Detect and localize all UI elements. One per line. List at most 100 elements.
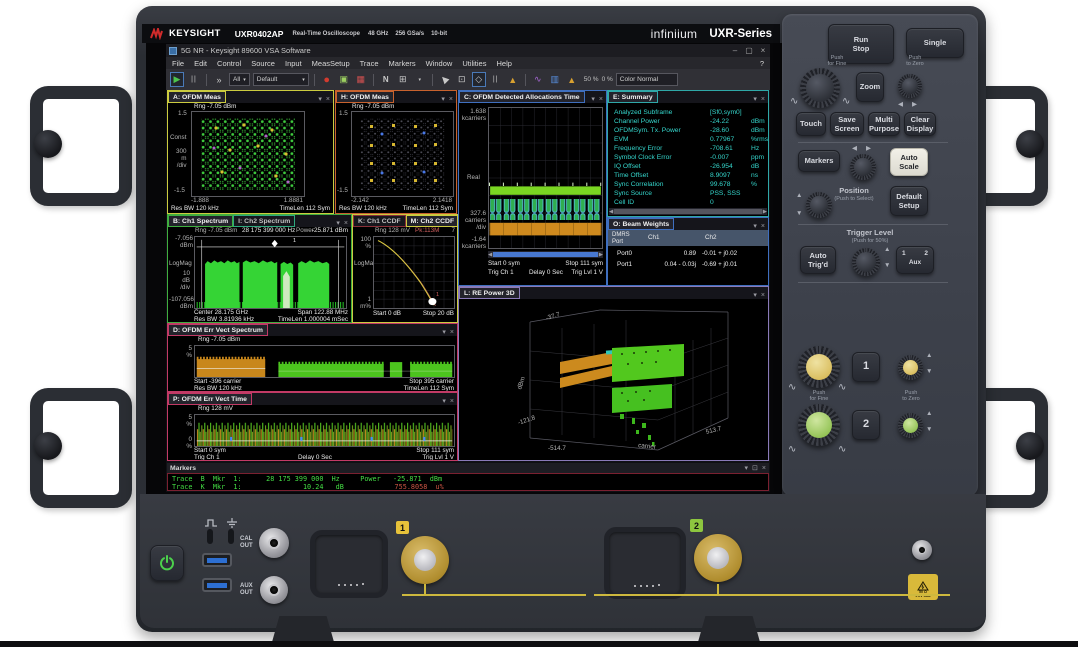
scroll-left-icon[interactable]: ◀ — [488, 252, 492, 258]
menu-help[interactable]: Help — [496, 59, 511, 68]
trigger-source-aux-button[interactable]: 1 2 Aux — [896, 246, 934, 274]
panel-minimize-icon[interactable]: ▾ — [442, 328, 446, 336]
ch2-offset-knob[interactable] — [898, 413, 923, 438]
default-setup-button[interactable]: Default Setup — [890, 186, 928, 216]
trigger-level-knob[interactable] — [852, 248, 880, 276]
tab-ch2-ccdf[interactable]: M: Ch2 CCDF — [406, 215, 458, 227]
tab-ofdm-meas-h[interactable]: H: OFDM Meas — [336, 91, 394, 103]
menu-window[interactable]: Window — [426, 59, 453, 68]
tab-summary[interactable]: E: Summary — [608, 91, 658, 103]
ch1-offset-knob[interactable] — [898, 355, 923, 380]
tab-err-vect-time[interactable]: P: OFDM Err Vect Time — [168, 393, 252, 405]
ch1-vertical-scale-knob[interactable] — [798, 346, 840, 388]
power-button[interactable] — [150, 545, 184, 581]
panel-close-icon[interactable]: × — [761, 223, 765, 230]
scroll-left-icon[interactable]: ◀ — [609, 209, 613, 215]
ccdf-plot[interactable]: 1 — [373, 236, 455, 309]
maximize-button[interactable]: ▢ — [742, 46, 756, 55]
re-power-3d-plot[interactable]: -37.7 dBm -121.8 -514.7 carrier 513.7 — [460, 300, 767, 460]
single-button[interactable]: Single — [906, 28, 964, 58]
evm-spectrum-plot[interactable] — [194, 345, 455, 378]
preset-dropdown[interactable]: Default ▾ — [253, 73, 309, 86]
scroll-right-icon[interactable]: ▶ — [763, 209, 767, 215]
summary-hscrollbar[interactable]: ◀ ▶ — [609, 208, 767, 215]
tab-err-vect-spectrum[interactable]: D: OFDM Err Vect Spectrum — [168, 324, 268, 336]
record-button[interactable]: ● — [320, 72, 334, 87]
single-step-button[interactable]: » — [212, 72, 226, 87]
panel-close-icon[interactable]: × — [761, 96, 765, 103]
menu-utilities[interactable]: Utilities — [462, 59, 486, 68]
screenshot-button[interactable]: ▣ — [337, 72, 351, 87]
panel-minimize-icon[interactable]: ▾ — [745, 464, 749, 472]
trace-style-hist-button[interactable]: ▥ — [548, 72, 562, 87]
auto-scale-button[interactable]: Auto Scale — [890, 148, 928, 176]
minimize-button[interactable]: – — [728, 46, 742, 55]
position-knob[interactable] — [806, 192, 832, 218]
panel-close-icon[interactable]: × — [344, 220, 348, 227]
constellation-plot[interactable] — [191, 111, 305, 197]
zoom-tool-button[interactable]: ⊡ — [455, 72, 469, 87]
constellation-plot[interactable] — [351, 111, 454, 197]
panel-close-icon[interactable]: × — [762, 465, 766, 472]
panel-restore-icon[interactable]: ⊡ — [752, 464, 758, 472]
panel-close-icon[interactable]: × — [450, 329, 454, 336]
horizontal-position-knob[interactable] — [898, 74, 922, 98]
clear-display-button[interactable]: Clear Display — [904, 112, 936, 136]
zoom-button[interactable]: Zoom — [856, 72, 884, 102]
menu-meassetup[interactable]: MeasSetup — [312, 59, 350, 68]
color-mode-dropdown[interactable]: Color Normal — [616, 73, 678, 86]
multi-purpose-button[interactable]: Multi Purpose — [868, 112, 900, 136]
peak-search-button[interactable]: ▲ — [506, 72, 520, 87]
evm-time-plot[interactable] — [194, 414, 455, 447]
menu-source[interactable]: Source — [251, 59, 275, 68]
menu-markers[interactable]: Markers — [389, 59, 416, 68]
help-mark[interactable]: ? — [760, 59, 764, 68]
trace-style-tri-button[interactable]: ▲ — [565, 72, 579, 87]
tab-ch1-spectrum[interactable]: B: Ch1 Spectrum — [168, 215, 233, 227]
panel-minimize-icon[interactable]: ▾ — [442, 397, 446, 405]
trace-letter-button[interactable]: N — [379, 72, 393, 87]
caret-down-icon[interactable]: ▾ — [413, 72, 427, 87]
menu-trace[interactable]: Trace — [360, 59, 379, 68]
panel-minimize-icon[interactable]: ▾ — [753, 95, 757, 103]
panel-minimize-icon[interactable]: ▾ — [318, 95, 322, 103]
ch2-vertical-scale-knob[interactable] — [798, 404, 840, 446]
video-capture-button[interactable]: ▦ — [354, 72, 368, 87]
save-screen-button[interactable]: Save Screen — [830, 112, 864, 136]
menu-edit[interactable]: Edit — [194, 59, 207, 68]
tab-ofdm-meas-a[interactable]: A: OFDM Meas — [168, 91, 226, 103]
panel-minimize-icon[interactable]: ▾ — [336, 219, 340, 227]
panel-close-icon[interactable]: × — [450, 398, 454, 405]
panel-minimize-icon[interactable]: ▾ — [753, 291, 757, 299]
ch1-enable-button[interactable]: 1 — [852, 352, 880, 382]
panel-minimize-icon[interactable]: ▾ — [441, 95, 445, 103]
markers-button[interactable]: Markers — [798, 150, 840, 172]
cursor-knob[interactable] — [850, 154, 876, 180]
scrollbar-thumb[interactable] — [614, 209, 762, 214]
tab-detected-allocations[interactable]: C: OFDM Detected Allocations Time — [459, 91, 585, 103]
tab-re-power-3d[interactable]: L: RE Power 3D — [459, 287, 520, 299]
ch2-enable-button[interactable]: 2 — [852, 410, 880, 440]
touch-button[interactable]: Touch — [796, 112, 826, 136]
panel-c-hscrollbar[interactable]: ◀ ▶ — [488, 251, 603, 258]
tab-ch2-spectrum[interactable]: I: Ch2 Spectrum — [233, 215, 295, 227]
menu-control[interactable]: Control — [217, 59, 241, 68]
window-titlebar[interactable]: 5G NR - Keysight 89600 VSA Software – ▢ … — [166, 44, 770, 57]
panel-minimize-icon[interactable]: ▾ — [753, 222, 757, 230]
layout-grid-button[interactable]: ⊞ — [396, 72, 410, 87]
panel-minimize-icon[interactable]: ▾ — [591, 95, 595, 103]
panel-close-icon[interactable]: × — [761, 292, 765, 299]
tab-ch1-ccdf[interactable]: K: Ch1 CCDF — [353, 215, 406, 227]
measurement-select-dropdown[interactable]: All ▾ — [229, 73, 250, 86]
pointer-tool-button[interactable]: ▶ — [438, 72, 452, 87]
auto-trigd-button[interactable]: Auto Trig'd — [800, 246, 836, 274]
panel-close-icon[interactable]: × — [449, 96, 453, 103]
play-button[interactable]: ▶ — [170, 72, 184, 87]
tab-beam-weights[interactable]: O: Beam Weights — [608, 218, 674, 230]
band-tool-button[interactable]: || — [489, 72, 503, 87]
markers-pane-header[interactable]: Markers ▾ ⊡ × — [167, 463, 769, 473]
menu-input[interactable]: Input — [285, 59, 302, 68]
trace-style-wave-button[interactable]: ∿ — [531, 72, 545, 87]
close-button[interactable]: × — [756, 46, 770, 55]
marker-tool-button[interactable]: ◇ — [472, 72, 486, 87]
